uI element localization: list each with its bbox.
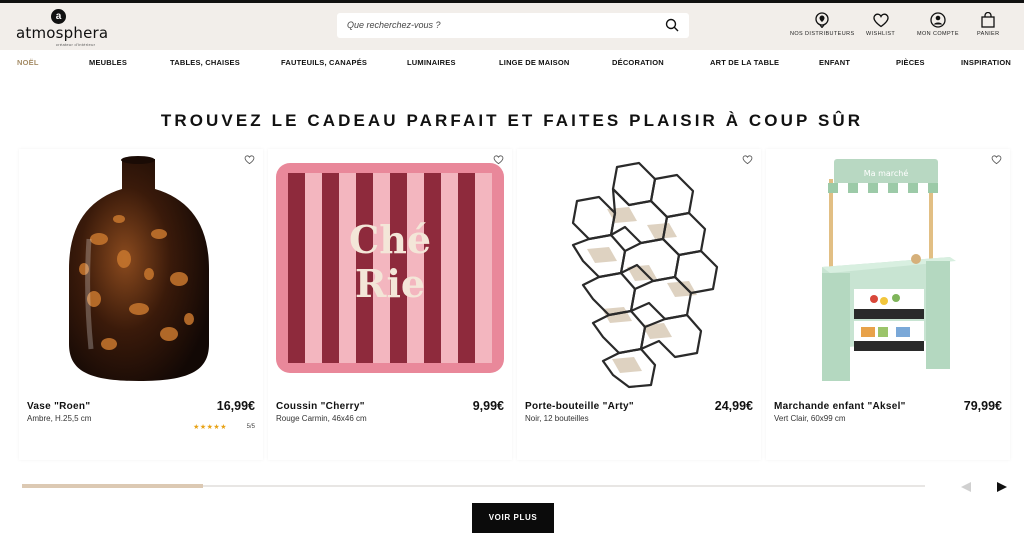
product-description: Rouge Carmin, 46x46 cm: [276, 414, 367, 423]
logo-tagline: créateur d'intérieur: [56, 42, 96, 47]
location-pin-icon: [815, 12, 829, 28]
product-name[interactable]: Marchande enfant "Aksel": [774, 401, 906, 412]
product-card[interactable]: Ché Rie Coussin "Cherry" Rouge Carmin, 4…: [268, 149, 512, 460]
product-image-bottle-rack[interactable]: [517, 149, 761, 389]
brand-logo[interactable]: a atmosphera créateur d'intérieur: [16, 9, 116, 49]
carousel-next-arrow-icon[interactable]: [995, 480, 1009, 494]
carousel-scroll-thumb[interactable]: [22, 484, 203, 488]
header-link-distributeurs[interactable]: NOS DISTRIBUTEURS: [790, 12, 855, 37]
header-link-label: PANIER: [977, 31, 1000, 37]
product-name[interactable]: Porte-bouteille "Arty": [525, 401, 634, 412]
stall-sign: Ma marché: [864, 168, 909, 178]
header-link-cart[interactable]: PANIER: [977, 12, 999, 37]
product-image-cushion[interactable]: Ché Rie: [268, 149, 512, 389]
heart-icon[interactable]: [493, 154, 504, 165]
main-nav: NOËL MEUBLES TABLES, CHAISES FAUTEUILS, …: [0, 54, 1024, 71]
carousel-prev-arrow-icon[interactable]: [959, 480, 973, 494]
product-price: 79,99€: [963, 399, 1002, 413]
heart-icon[interactable]: [991, 154, 1002, 165]
logo-text: atmosphera: [16, 24, 109, 42]
product-name[interactable]: Coussin "Cherry": [276, 401, 365, 412]
nav-item-linge-de-maison[interactable]: LINGE DE MAISON: [499, 58, 570, 67]
nav-item-enfant[interactable]: ENFANT: [819, 58, 850, 67]
nav-item-tables-chaises[interactable]: TABLES, CHAISES: [170, 58, 240, 67]
carousel-scrollbar[interactable]: [22, 484, 925, 488]
nav-item-luminaires[interactable]: LUMINAIRES: [407, 58, 456, 67]
product-price: 9,99€: [472, 399, 504, 413]
nav-item-decoration[interactable]: DÉCORATION: [612, 58, 664, 67]
product-image-market-stall[interactable]: Ma marché: [766, 149, 1010, 389]
section-title: TROUVEZ LE CADEAU PARFAIT ET FAITES PLAI…: [160, 111, 864, 130]
nav-item-pieces[interactable]: PIÈCES: [896, 58, 925, 67]
heart-icon: [872, 13, 889, 28]
product-description: Vert Clair, 60x99 cm: [774, 414, 846, 423]
heart-icon[interactable]: [244, 154, 255, 165]
user-icon: [930, 12, 946, 28]
heart-icon[interactable]: [742, 154, 753, 165]
product-image-vase[interactable]: [19, 149, 263, 389]
rating-stars: ★★★★★: [193, 424, 227, 431]
header-link-label: WISHLIST: [866, 31, 896, 37]
cushion-text-2: Rie: [355, 261, 425, 306]
nav-item-art-de-la-table[interactable]: ART DE LA TABLE: [710, 58, 779, 67]
nav-item-meubles[interactable]: MEUBLES: [89, 58, 127, 67]
header-link-wishlist[interactable]: WISHLIST: [866, 12, 895, 37]
product-description: Noir, 12 bouteilles: [525, 414, 589, 423]
product-card[interactable]: Vase "Roen" Ambre, H.25,5 cm 16,99€ ★★★★…: [19, 149, 263, 460]
search-icon[interactable]: [665, 18, 679, 32]
header-link-label: MON COMPTE: [917, 31, 959, 37]
site-header: a atmosphera créateur d'intérieur Que re…: [0, 3, 1024, 50]
header-link-label: NOS DISTRIBUTEURS: [790, 31, 855, 37]
rating-score: 5/5: [246, 424, 255, 430]
search-input[interactable]: Que recherchez-vous ?: [347, 20, 441, 30]
voir-plus-button[interactable]: VOIR PLUS: [472, 503, 554, 533]
search-bar[interactable]: Que recherchez-vous ?: [337, 13, 689, 38]
bag-icon: [981, 12, 995, 28]
logo-mark: a: [51, 9, 66, 24]
nav-item-noel[interactable]: NOËL: [17, 58, 39, 67]
product-card[interactable]: Ma marché Marchande enfant "Aksel" Vert …: [766, 149, 1010, 460]
product-card[interactable]: Porte-bouteille "Arty" Noir, 12 bouteill…: [517, 149, 761, 460]
cushion-text-1: Ché: [349, 217, 431, 262]
nav-item-fauteuils-canapes[interactable]: FAUTEUILS, CANAPÉS: [281, 58, 367, 67]
product-name[interactable]: Vase "Roen": [27, 401, 90, 412]
product-description: Ambre, H.25,5 cm: [27, 414, 92, 423]
product-price: 24,99€: [714, 399, 753, 413]
nav-item-inspiration[interactable]: INSPIRATION: [961, 58, 1011, 67]
product-price: 16,99€: [216, 399, 255, 413]
header-link-account[interactable]: MON COMPTE: [917, 12, 959, 37]
